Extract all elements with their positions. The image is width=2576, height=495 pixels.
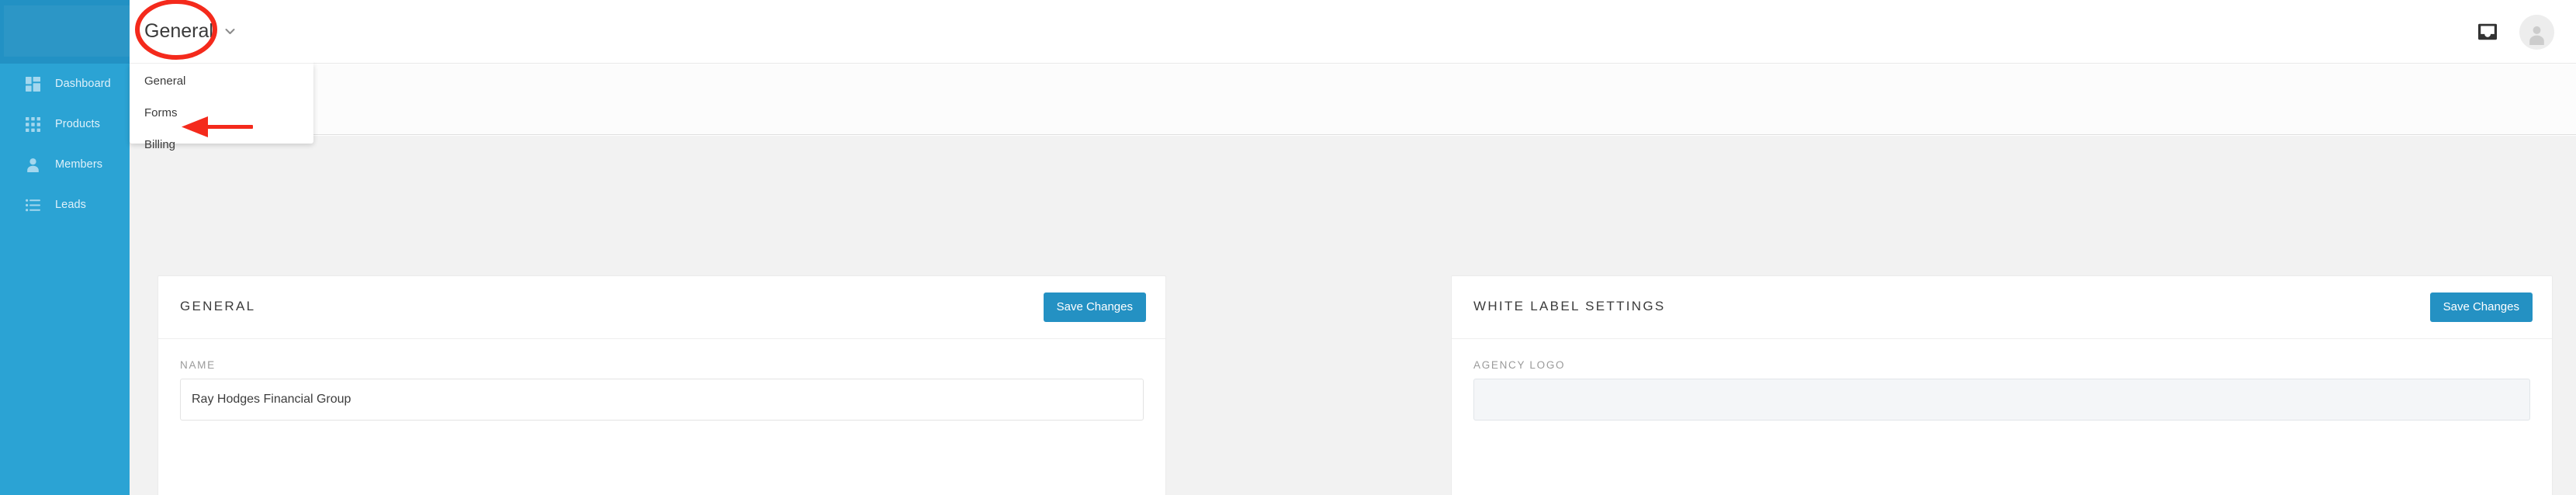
page-title: GENERAL bbox=[180, 299, 256, 313]
sidebar-logo-block[interactable] bbox=[0, 0, 130, 64]
menu-item-forms[interactable]: Forms bbox=[130, 102, 313, 123]
avatar[interactable] bbox=[2519, 14, 2554, 50]
agency-logo-label: AGENCY LOGO bbox=[1473, 359, 1566, 371]
sidebar-item-label: Leads bbox=[55, 198, 87, 211]
chevron-down-icon bbox=[223, 25, 237, 38]
top-header bbox=[130, 0, 2576, 64]
save-button[interactable]: Save Changes bbox=[2429, 292, 2533, 322]
sidebar-item-label: Products bbox=[55, 117, 101, 130]
app-root: Dashboard Products Members Leads GENERAL… bbox=[0, 0, 2576, 495]
menu-item-billing[interactable]: Billing bbox=[130, 134, 313, 155]
dashboard-grid-icon bbox=[26, 76, 40, 92]
settings-section-select-value: General bbox=[144, 20, 213, 42]
menu-item-general[interactable]: General bbox=[130, 71, 313, 92]
sidebar-item-label: Members bbox=[55, 158, 103, 171]
name-input[interactable] bbox=[180, 379, 1144, 421]
general-card-body: NAME bbox=[158, 339, 1165, 421]
agency-logo-dropzone[interactable] bbox=[1473, 379, 2530, 421]
sidebar-item-label: Dashboard bbox=[55, 77, 111, 90]
person-icon bbox=[26, 158, 40, 172]
sidebar: Dashboard Products Members Leads bbox=[0, 0, 130, 495]
header-actions bbox=[2476, 0, 2554, 64]
white-label-title: WHITE LABEL SETTINGS bbox=[1473, 299, 1666, 313]
settings-section-dropdown-menu: General Forms Billing bbox=[130, 64, 313, 151]
general-card: GENERAL Save Changes NAME bbox=[158, 275, 1166, 495]
white-label-card-header: WHITE LABEL SETTINGS Save Changes bbox=[1452, 276, 2552, 339]
page-body: GENERAL Save Changes NAME WHITE LABEL SE… bbox=[130, 136, 2576, 495]
list-icon bbox=[26, 198, 40, 213]
general-card-header: GENERAL Save Changes bbox=[158, 276, 1165, 339]
save-button[interactable]: Save Changes bbox=[1043, 292, 1146, 322]
name-field-label: NAME bbox=[180, 359, 216, 371]
settings-section-select[interactable]: General bbox=[130, 0, 313, 64]
sidebar-item-members[interactable]: Members bbox=[0, 144, 130, 185]
sidebar-logo-inner bbox=[4, 5, 130, 57]
products-grid-icon bbox=[26, 116, 40, 132]
sub-header-bar bbox=[130, 64, 2576, 135]
sidebar-item-products[interactable]: Products bbox=[0, 104, 130, 144]
sidebar-item-dashboard[interactable]: Dashboard bbox=[0, 64, 130, 104]
sidebar-item-leads[interactable]: Leads bbox=[0, 185, 130, 225]
inbox-icon[interactable] bbox=[2476, 20, 2499, 43]
white-label-card: WHITE LABEL SETTINGS Save Changes AGENCY… bbox=[1451, 275, 2553, 495]
white-label-card-body: AGENCY LOGO bbox=[1452, 339, 2552, 421]
sidebar-nav: Dashboard Products Members Leads bbox=[0, 64, 130, 225]
